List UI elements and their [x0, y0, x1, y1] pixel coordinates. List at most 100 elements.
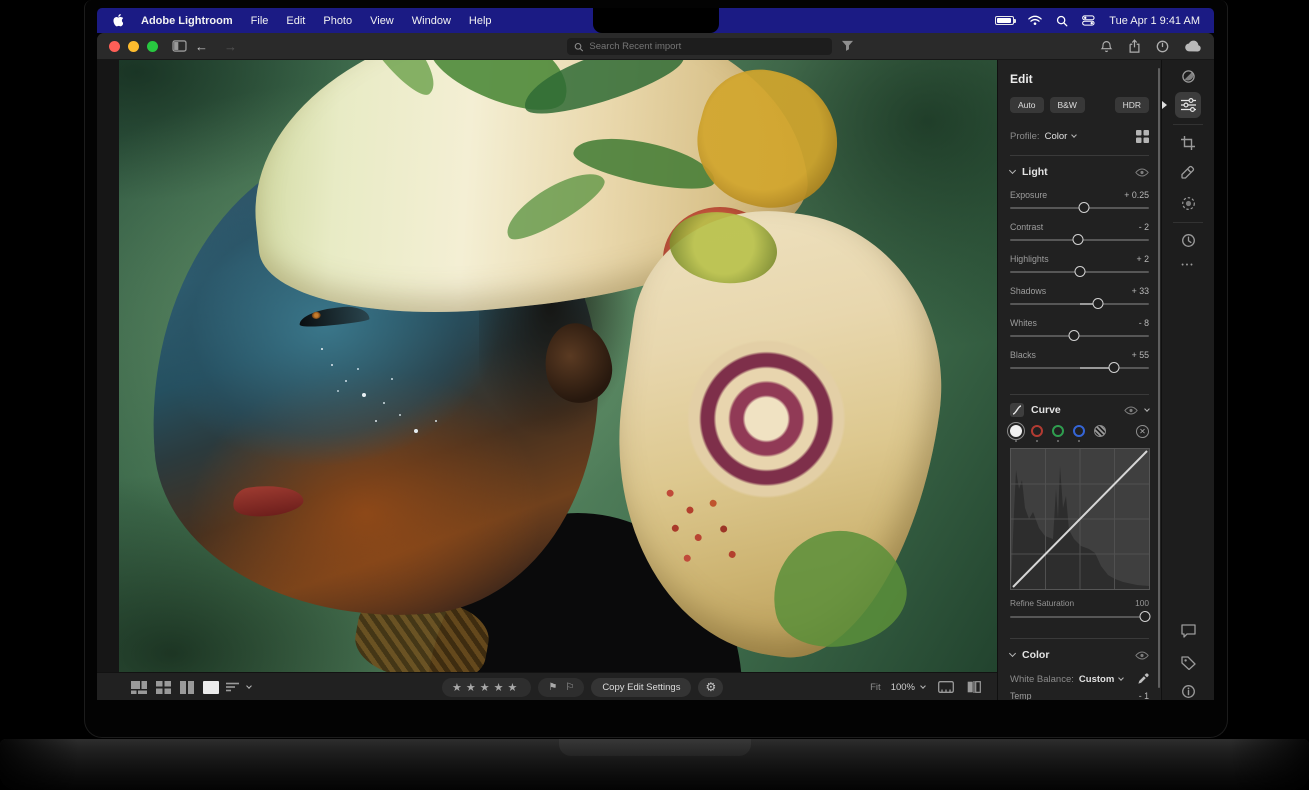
tone-curve-plot[interactable] [1010, 448, 1150, 590]
blacks-slider[interactable]: Blacks + 55 [1010, 350, 1149, 378]
slider-thumb[interactable] [1092, 298, 1103, 309]
curve-channel-all[interactable] [1010, 425, 1022, 437]
highlights-slider[interactable]: Highlights + 2 [1010, 254, 1149, 282]
slider-track[interactable] [1010, 207, 1149, 209]
menu-file[interactable]: File [251, 15, 269, 27]
share-icon[interactable] [1128, 39, 1141, 53]
filmstrip-toggle-icon[interactable] [938, 681, 954, 693]
pick-flag-icon[interactable]: ⚑ [548, 682, 557, 693]
eye-visibility-icon[interactable] [1124, 406, 1138, 415]
zoom-level-dropdown[interactable]: Fit 100% [870, 682, 925, 693]
bw-button[interactable]: B&W [1050, 97, 1085, 113]
star-icon[interactable]: ★ [508, 682, 522, 694]
contrast-slider[interactable]: Contrast - 2 [1010, 222, 1149, 250]
menu-edit[interactable]: Edit [286, 15, 305, 27]
filter-funnel-icon[interactable] [841, 40, 854, 52]
color-section-header[interactable]: Color [1010, 649, 1149, 661]
star-rating[interactable]: ★★★★★ [442, 678, 531, 697]
slider-thumb[interactable] [1139, 611, 1150, 622]
cloud-sync-icon[interactable] [1184, 40, 1202, 52]
sidebar-toggle-icon[interactable] [172, 40, 187, 52]
more-tools-button[interactable]: ••• [1175, 256, 1201, 274]
battery-icon[interactable] [995, 16, 1014, 25]
whites-slider[interactable]: Whites - 8 [1010, 318, 1149, 346]
curve-channel-green[interactable] [1052, 425, 1064, 437]
settings-gear-button[interactable]: ⚙ [698, 678, 723, 697]
menu-view[interactable]: View [370, 15, 394, 27]
menu-photo[interactable]: Photo [323, 15, 352, 27]
auto-button[interactable]: Auto [1010, 97, 1044, 113]
before-after-split-icon[interactable] [967, 681, 981, 693]
chevron-down-icon[interactable] [1144, 406, 1150, 412]
search-field[interactable] [567, 38, 832, 55]
slider-thumb[interactable] [1068, 330, 1079, 341]
hdr-button[interactable]: HDR [1115, 97, 1149, 113]
slider-thumb[interactable] [1073, 234, 1084, 245]
sort-control[interactable] [226, 673, 251, 700]
crop-tool-button[interactable] [1175, 130, 1201, 156]
comments-button[interactable] [1175, 618, 1201, 644]
photo-grid-view-icon[interactable] [131, 681, 147, 694]
reject-flag-icon[interactable]: ⚐ [565, 682, 574, 693]
shadows-slider[interactable]: Shadows + 33 [1010, 286, 1149, 314]
traffic-minimize-button[interactable] [128, 41, 139, 52]
back-button[interactable]: ← [195, 39, 208, 54]
healing-tool-button[interactable] [1175, 159, 1201, 185]
detail-view-icon[interactable] [203, 681, 219, 694]
slider-thumb[interactable] [1074, 266, 1085, 277]
traffic-zoom-button[interactable] [147, 41, 158, 52]
traffic-close-button[interactable] [109, 41, 120, 52]
presets-button[interactable] [1175, 63, 1201, 89]
slider-track[interactable] [1010, 303, 1149, 305]
eye-visibility-icon[interactable] [1135, 651, 1149, 660]
edit-tool-button[interactable] [1175, 92, 1201, 118]
profile-browser-grid-icon[interactable] [1136, 130, 1149, 143]
flag-controls[interactable]: ⚑ ⚐ [538, 678, 584, 697]
star-icon[interactable]: ★ [452, 682, 466, 694]
menubar-clock[interactable]: Tue Apr 1 9:41 AM [1109, 15, 1200, 27]
photo-canvas[interactable] [119, 60, 997, 672]
forward-button[interactable]: → [224, 39, 237, 54]
slider-track[interactable] [1010, 271, 1149, 273]
eyedropper-icon[interactable] [1137, 673, 1149, 685]
slider-track[interactable] [1010, 616, 1149, 618]
targeted-adjustment-icon[interactable] [1094, 425, 1106, 437]
menu-window[interactable]: Window [412, 15, 451, 27]
star-icon[interactable]: ★ [480, 682, 494, 694]
refine-saturation-slider[interactable] [1010, 608, 1149, 624]
copy-edit-settings-button[interactable]: Copy Edit Settings [591, 678, 691, 697]
versions-button[interactable] [1175, 227, 1201, 253]
wifi-icon[interactable] [1028, 15, 1042, 26]
star-icon[interactable]: ★ [466, 682, 480, 694]
profile-selector[interactable]: Profile: Color [1010, 130, 1149, 143]
menubar-app-name[interactable]: Adobe Lightroom [141, 15, 233, 27]
temp-slider[interactable]: Temp - 1 [1010, 691, 1149, 700]
notifications-bell-icon[interactable] [1100, 40, 1113, 53]
search-input[interactable] [589, 41, 825, 52]
activity-status-icon[interactable] [1156, 40, 1169, 53]
eye-visibility-icon[interactable] [1135, 168, 1149, 177]
slider-thumb[interactable] [1078, 202, 1089, 213]
curve-channel-red[interactable] [1031, 425, 1043, 437]
slider-track[interactable] [1010, 367, 1149, 369]
curve-reset-button[interactable]: ✕ [1136, 425, 1149, 438]
curve-channel-blue[interactable] [1073, 425, 1085, 437]
info-button[interactable] [1175, 678, 1201, 700]
star-icon[interactable]: ★ [494, 682, 508, 694]
menu-help[interactable]: Help [469, 15, 492, 27]
keywords-button[interactable] [1175, 650, 1201, 676]
apple-menu[interactable] [111, 14, 123, 28]
slider-thumb[interactable] [1109, 362, 1120, 373]
compare-view-icon[interactable] [180, 681, 194, 694]
curve-section-header[interactable]: Curve [1010, 403, 1149, 417]
light-section-header[interactable]: Light [1010, 166, 1149, 178]
spotlight-search-icon[interactable] [1056, 15, 1068, 27]
panel-scrollbar[interactable] [1158, 68, 1160, 688]
slider-track[interactable] [1010, 335, 1149, 337]
square-grid-view-icon[interactable] [156, 681, 171, 694]
masking-tool-button[interactable] [1175, 190, 1201, 216]
white-balance-selector[interactable]: White Balance: Custom [1010, 673, 1149, 685]
control-center-icon[interactable] [1082, 15, 1095, 26]
exposure-slider[interactable]: Exposure + 0.25 [1010, 190, 1149, 218]
slider-track[interactable] [1010, 239, 1149, 241]
